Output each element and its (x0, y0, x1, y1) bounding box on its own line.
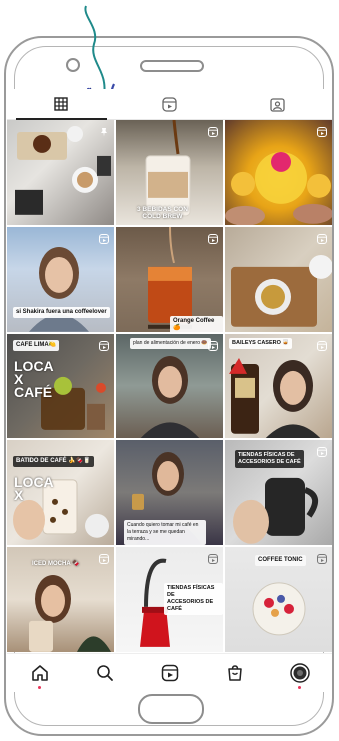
grid-post[interactable] (225, 120, 332, 225)
grid-post[interactable]: BAILEYS CASERO 🥃 (225, 333, 332, 439)
post-caption: TIENDAS FÍSICAS DE ACCESORIOS DE CAFÉ (235, 450, 304, 469)
shop-icon (227, 665, 242, 681)
post-image-woman-eating (140, 355, 200, 439)
reel-badge-icon (208, 551, 218, 569)
nav-home[interactable] (7, 654, 72, 692)
grid-post[interactable]: COFFEE TONIC (225, 547, 332, 652)
grid-post[interactable] (7, 120, 114, 225)
grid-post[interactable]: TIENDAS FÍSICAS DE ACCESORIOS DE CAFÉ (225, 440, 332, 546)
grid-post[interactable]: si Shakira fuera una coffeelover (7, 226, 114, 332)
grid-post[interactable]: LOCA X CAFÉ CAFE LIMA🍋 (7, 333, 114, 439)
post-caption: Orange Coffee 🍊 (170, 315, 223, 332)
nav-search[interactable] (72, 654, 137, 692)
posts-grid: 3 BEBIDAS CON COLD BREW si Shakira fuera… (7, 120, 332, 652)
nav-reels[interactable] (137, 654, 202, 692)
post-caption: plan de alimentación de enero 🍩 (130, 337, 211, 349)
search-icon (96, 665, 113, 681)
post-caption: ICED MOCHA 🍫 (32, 561, 80, 568)
reel-badge-icon (317, 551, 327, 569)
home-hardware-button[interactable] (138, 694, 204, 724)
nav-profile[interactable] (267, 654, 332, 692)
grid-post[interactable]: 3 BEBIDAS CON COLD BREW (116, 120, 223, 225)
reel-badge-icon (317, 124, 327, 142)
tab-reels[interactable] (115, 89, 223, 119)
grid-post[interactable]: TIENDAS FÍSICAS DE ACCESORIOS DE CAFÉ (116, 547, 223, 652)
reel-badge-icon (208, 124, 218, 142)
post-caption: si Shakira fuera una coffeelover (13, 306, 110, 318)
reels-icon (162, 96, 177, 112)
notification-dot (38, 686, 41, 689)
post-image-cheers-drinks (225, 151, 332, 225)
post-caption: CAFE LIMA🍋 (13, 339, 60, 351)
grid-post[interactable]: plan de alimentación de enero 🍩 (116, 333, 223, 439)
post-image-coffee-flatlay (15, 125, 111, 215)
tab-tagged[interactable] (224, 89, 332, 119)
grid-post[interactable]: LOCA X BATIDO DE CAFÉ 🍌🍫🥛 (7, 440, 114, 546)
earpiece-speaker (140, 60, 204, 72)
grid-post[interactable] (225, 226, 332, 332)
front-camera (66, 58, 80, 72)
post-caption: 3 BEBIDAS CON COLD BREW (137, 206, 188, 220)
pinned-icon (99, 124, 109, 142)
reel-badge-icon (317, 444, 327, 462)
reel-badge-icon (317, 231, 327, 249)
profile-avatar (289, 663, 310, 683)
notification-dot (298, 686, 301, 689)
post-image-baileys (229, 357, 321, 439)
grid-icon (54, 97, 68, 111)
reel-badge-icon (99, 551, 109, 569)
home-icon (31, 665, 48, 681)
grid-post[interactable]: ICED MOCHA 🍫 (7, 547, 114, 652)
grid-post[interactable]: Orange Coffee 🍊 (116, 226, 223, 332)
post-caption: Cuando quiero tomar mi café en la terraz… (124, 520, 206, 546)
reels-icon (161, 664, 178, 682)
reel-badge-icon (317, 338, 327, 356)
post-caption: COFFEE TONIC (255, 555, 306, 567)
grid-post[interactable]: Cuando quiero tomar mi café en la terraz… (116, 440, 223, 546)
post-overlay-text: LOCA X (14, 474, 54, 504)
nav-shop[interactable] (202, 654, 267, 692)
tagged-icon (270, 97, 285, 112)
post-caption: BAILEYS CASERO 🥃 (229, 337, 293, 349)
reel-badge-icon (99, 338, 109, 356)
tab-posts-grid[interactable] (7, 89, 115, 120)
reel-badge-icon (99, 231, 109, 249)
post-image-coffee-cup (231, 254, 332, 327)
bottom-navigation (7, 653, 332, 692)
profile-tabs (7, 89, 332, 120)
post-overlay-text: LOCA X CAFÉ (14, 357, 54, 400)
reel-badge-icon (208, 231, 218, 249)
post-caption: TIENDAS FÍSICAS DE ACCESORIOS DE CAFÉ (164, 583, 223, 616)
post-caption: BATIDO DE CAFÉ 🍌🍫🥛 (13, 456, 94, 468)
